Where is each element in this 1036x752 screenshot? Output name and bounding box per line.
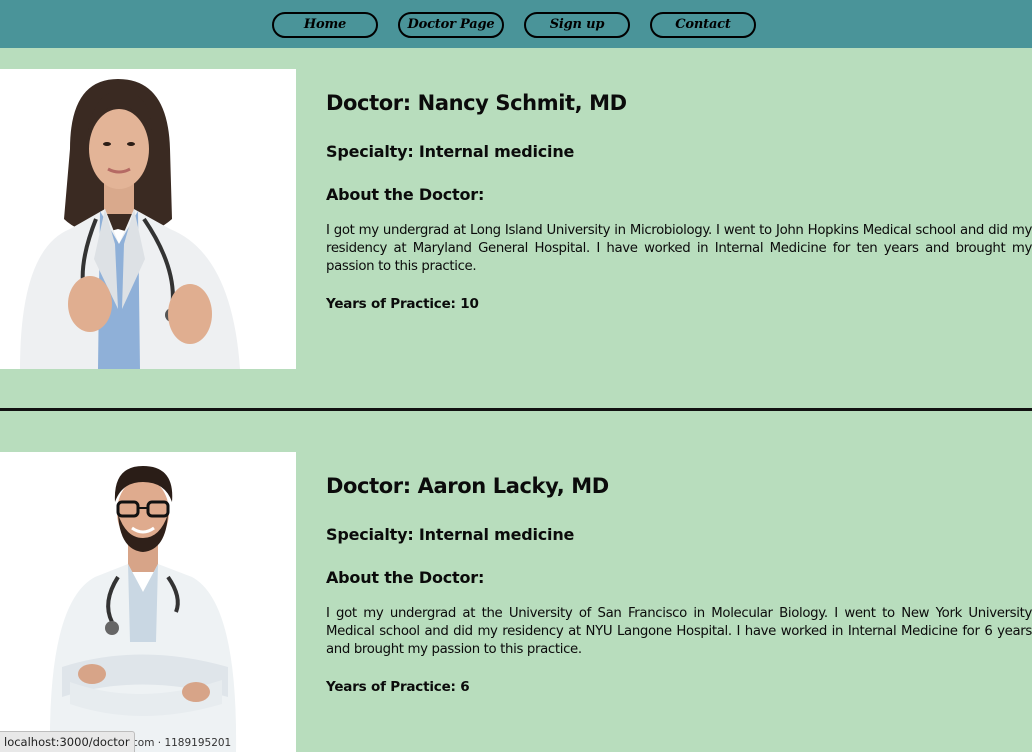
years-of-practice: Years of Practice: 10 <box>326 296 479 312</box>
section-divider <box>0 408 1032 411</box>
nav-home-button[interactable]: Home <box>272 12 378 38</box>
window-edge <box>1032 0 1036 752</box>
image-watermark-text: com · 1189195201 <box>132 737 232 749</box>
link-status-bar: localhost:3000/doctor <box>0 731 135 752</box>
top-navbar: Home Doctor Page Sign up Contact <box>0 0 1032 48</box>
doctor-name: Doctor: Nancy Schmit, MD <box>326 91 627 115</box>
doctor-photo-aaron <box>0 452 296 752</box>
years-of-practice: Years of Practice: 6 <box>326 679 470 695</box>
doctor-bio: I got my undergrad at Long Island Univer… <box>326 223 1032 274</box>
nav-doctor-page-button[interactable]: Doctor Page <box>398 12 504 38</box>
doctor-photo-nancy <box>0 69 296 369</box>
about-heading: About the Doctor: <box>326 568 485 587</box>
doctor-specialty: Specialty: Internal medicine <box>326 142 575 161</box>
nav-contact-button[interactable]: Contact <box>650 12 756 38</box>
nav-sign-up-button[interactable]: Sign up <box>524 12 630 38</box>
doctor-name: Doctor: Aaron Lacky, MD <box>326 474 609 498</box>
about-heading: About the Doctor: <box>326 185 485 204</box>
doctor-bio: I got my undergrad at the University of … <box>326 606 1032 657</box>
doctor-specialty: Specialty: Internal medicine <box>326 525 575 544</box>
